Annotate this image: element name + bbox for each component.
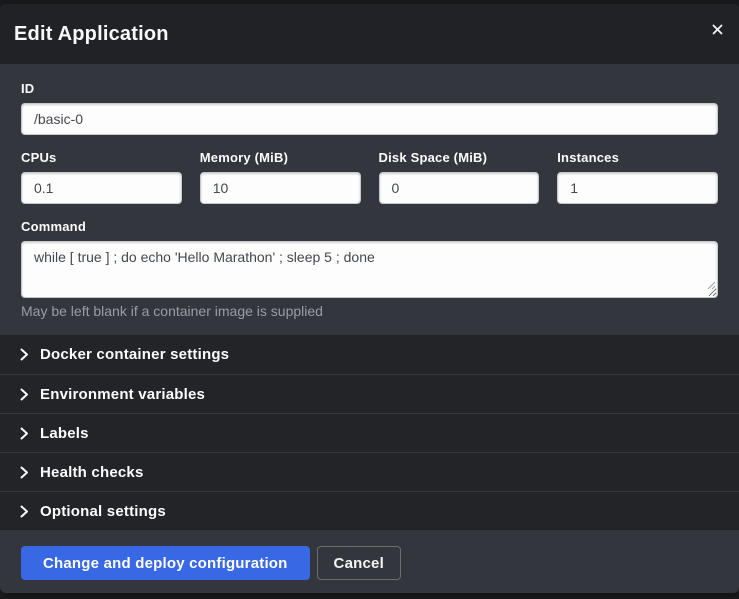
accordion: Docker container settings Environment va…	[0, 335, 739, 530]
modal-backdrop: Edit Application ID CPUs	[0, 0, 739, 599]
command-label: Command	[21, 219, 718, 234]
section-labels[interactable]: Labels	[0, 413, 739, 452]
cpus-field-group: CPUs	[21, 150, 182, 204]
chevron-right-icon	[20, 505, 29, 518]
section-label: Environment variables	[40, 386, 205, 403]
modal-title: Edit Application	[14, 23, 169, 46]
section-health-checks[interactable]: Health checks	[0, 452, 739, 491]
instances-input[interactable]	[557, 172, 718, 204]
cancel-button[interactable]: Cancel	[317, 546, 401, 580]
memory-label: Memory (MiB)	[200, 150, 361, 165]
section-environment-variables[interactable]: Environment variables	[0, 374, 739, 413]
disk-space-input[interactable]	[379, 172, 540, 204]
section-label: Optional settings	[40, 503, 166, 520]
chevron-right-icon	[20, 466, 29, 479]
cpus-input[interactable]	[21, 172, 182, 204]
edit-application-modal: Edit Application ID CPUs	[0, 4, 739, 593]
chevron-right-icon	[20, 348, 29, 361]
disk-space-field-group: Disk Space (MiB)	[379, 150, 540, 204]
id-input[interactable]	[21, 103, 718, 135]
modal-header: Edit Application	[0, 4, 739, 64]
section-label: Labels	[40, 425, 89, 442]
memory-field-group: Memory (MiB)	[200, 150, 361, 204]
chevron-right-icon	[20, 388, 29, 401]
id-label: ID	[21, 81, 718, 96]
section-optional-settings[interactable]: Optional settings	[0, 491, 739, 530]
memory-input[interactable]	[200, 172, 361, 204]
instances-label: Instances	[557, 150, 718, 165]
section-label: Health checks	[40, 464, 143, 481]
change-and-deploy-button[interactable]: Change and deploy configuration	[21, 546, 310, 580]
close-button[interactable]	[705, 17, 729, 41]
modal-footer: Change and deploy configuration Cancel	[0, 530, 739, 593]
cpus-label: CPUs	[21, 150, 182, 165]
disk-space-label: Disk Space (MiB)	[379, 150, 540, 165]
close-icon	[712, 24, 723, 35]
resources-row: CPUs Memory (MiB) Disk Space (MiB) Insta…	[21, 150, 718, 204]
command-textarea-wrap: while [ true ] ; do echo 'Hello Marathon…	[21, 241, 718, 298]
command-field-group: Command while [ true ] ; do echo 'Hello …	[21, 219, 718, 319]
section-docker-container-settings[interactable]: Docker container settings	[0, 335, 739, 374]
command-help-text: May be left blank if a container image i…	[21, 303, 718, 319]
id-field-group: ID	[21, 81, 718, 135]
section-label: Docker container settings	[40, 346, 229, 363]
command-textarea[interactable]: while [ true ] ; do echo 'Hello Marathon…	[21, 241, 718, 298]
chevron-right-icon	[20, 427, 29, 440]
instances-field-group: Instances	[557, 150, 718, 204]
application-form: ID CPUs Memory (MiB) Disk Space (MiB) In	[0, 64, 739, 335]
